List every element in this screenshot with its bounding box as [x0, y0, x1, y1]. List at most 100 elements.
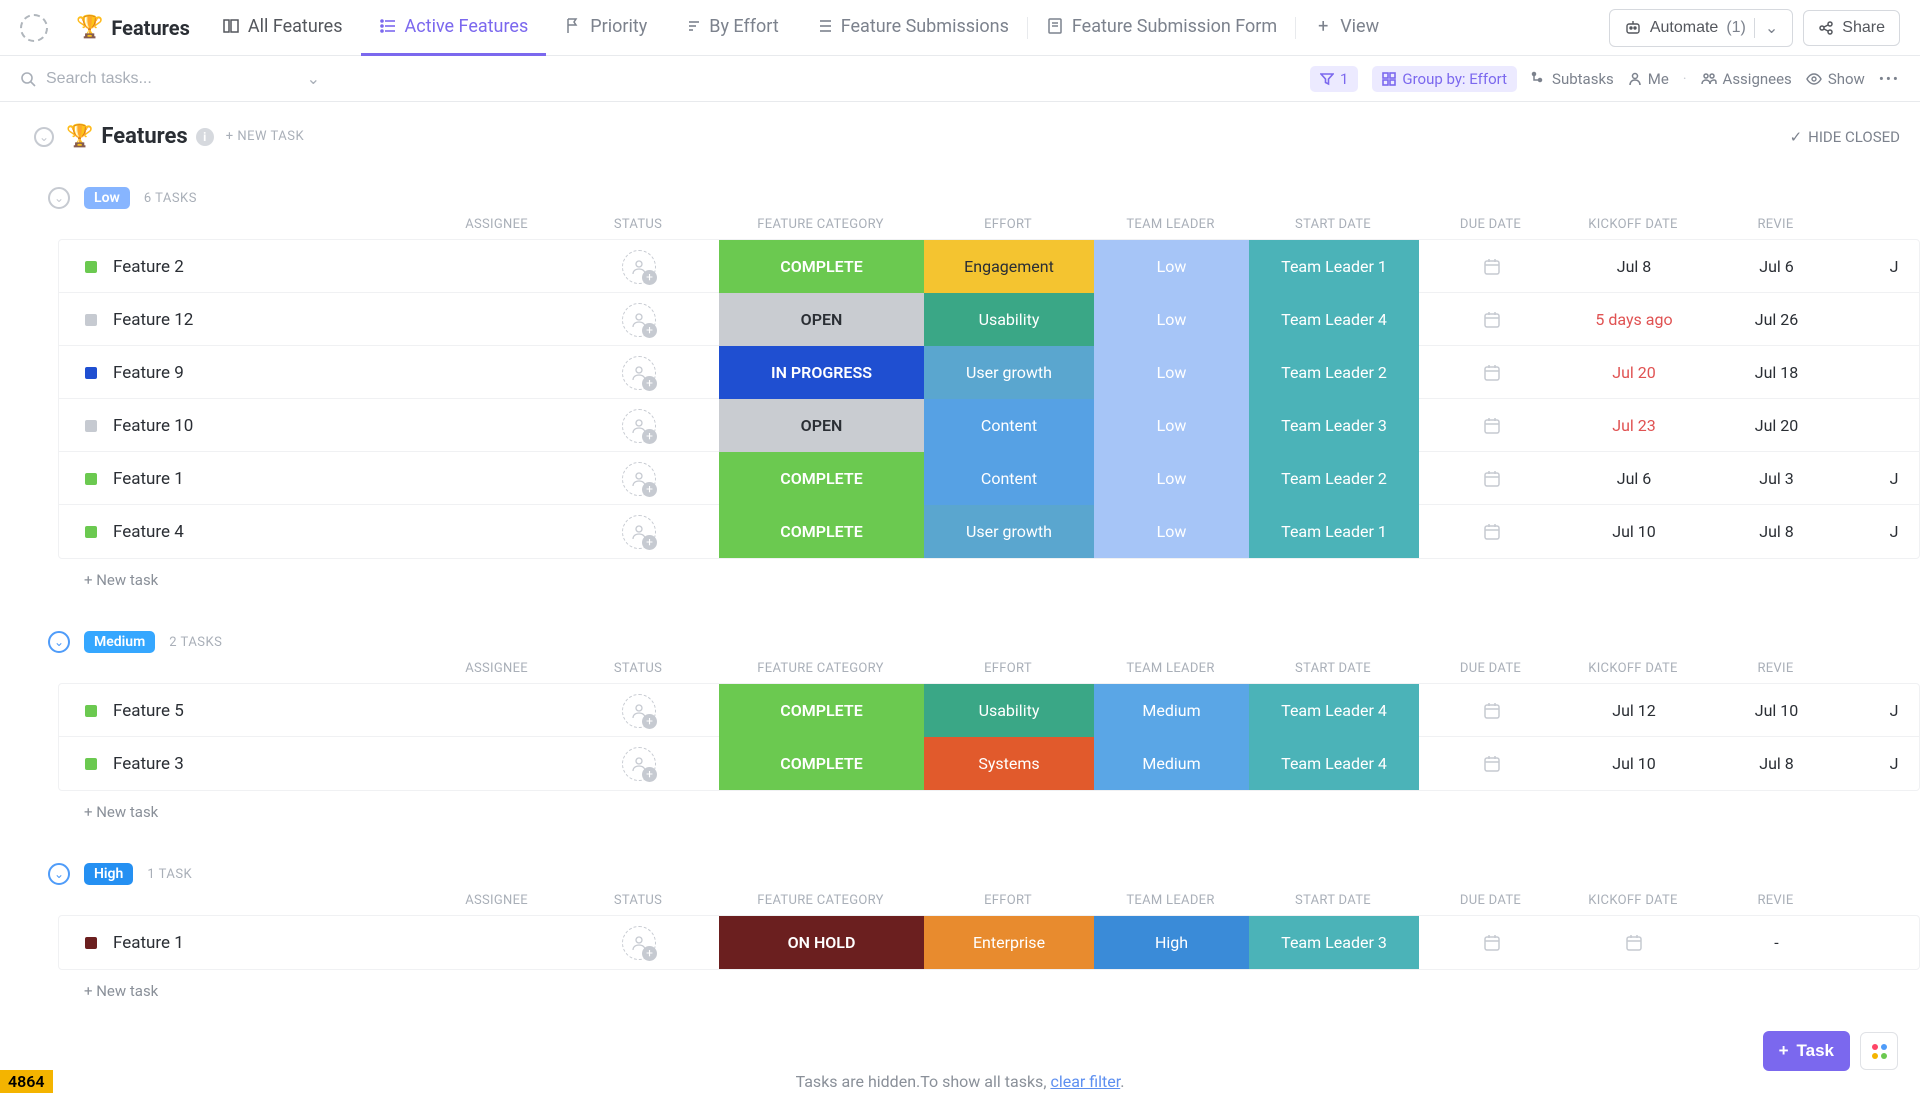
more-menu[interactable]: ••• — [1879, 70, 1900, 88]
kickoff-date[interactable]: Jul 8 — [1704, 522, 1849, 541]
team-leader-cell[interactable]: Team Leader 1 — [1249, 240, 1419, 293]
task-row[interactable]: Feature 5 COMPLETE Usability Medium Team… — [59, 684, 1919, 737]
category-cell[interactable]: Content — [924, 452, 1094, 505]
add-assignee-icon[interactable] — [622, 250, 656, 284]
review-cell[interactable]: J — [1849, 754, 1920, 773]
group-collapse-toggle[interactable]: ⌄ — [48, 863, 70, 885]
group-badge[interactable]: Medium — [84, 631, 155, 653]
kickoff-date[interactable]: Jul 18 — [1704, 363, 1849, 382]
me-filter[interactable]: Me — [1628, 70, 1669, 88]
review-cell[interactable]: J — [1849, 522, 1920, 541]
task-row[interactable]: Feature 12 OPEN Usability Low Team Leade… — [59, 293, 1919, 346]
category-cell[interactable]: User growth — [924, 505, 1094, 558]
category-cell[interactable]: Content — [924, 399, 1094, 452]
assignees-filter[interactable]: Assignees — [1701, 70, 1792, 88]
status-cell[interactable]: OPEN — [719, 399, 924, 452]
status-cell[interactable]: COMPLETE — [719, 505, 924, 558]
kickoff-date[interactable]: Jul 8 — [1704, 754, 1849, 773]
start-date-picker[interactable] — [1419, 754, 1564, 774]
start-date-picker[interactable] — [1419, 257, 1564, 277]
task-row[interactable]: Feature 2 COMPLETE Engagement Low Team L… — [59, 240, 1919, 293]
collapse-toggle[interactable]: ⌄ — [34, 127, 54, 147]
tab-feature-submission-form[interactable]: Feature Submission Form — [1028, 0, 1295, 56]
task-name-cell[interactable]: Feature 10 — [59, 416, 559, 436]
group-badge[interactable]: High — [84, 863, 133, 885]
review-cell[interactable]: J — [1849, 701, 1920, 720]
add-assignee-icon[interactable] — [622, 303, 656, 337]
assignee-cell[interactable] — [559, 250, 719, 284]
search-input[interactable] — [46, 70, 186, 88]
group-collapse-toggle[interactable]: ⌄ — [48, 631, 70, 653]
task-name-cell[interactable]: Feature 9 — [59, 363, 559, 383]
effort-cell[interactable]: Low — [1094, 505, 1249, 558]
add-view[interactable]: + View — [1296, 0, 1397, 56]
kickoff-date[interactable]: Jul 20 — [1704, 416, 1849, 435]
kickoff-date[interactable]: - — [1704, 933, 1849, 952]
add-assignee-icon[interactable] — [622, 462, 656, 496]
category-cell[interactable]: User growth — [924, 346, 1094, 399]
effort-cell[interactable]: Medium — [1094, 737, 1249, 790]
category-cell[interactable]: Systems — [924, 737, 1094, 790]
assignee-cell[interactable] — [559, 515, 719, 549]
team-leader-cell[interactable]: Team Leader 2 — [1249, 346, 1419, 399]
kickoff-date[interactable]: Jul 3 — [1704, 469, 1849, 488]
task-name-cell[interactable]: Feature 4 — [59, 522, 559, 542]
status-cell[interactable]: COMPLETE — [719, 240, 924, 293]
due-date[interactable]: Jul 8 — [1564, 257, 1704, 276]
task-name-cell[interactable]: Feature 5 — [59, 701, 559, 721]
start-date-picker[interactable] — [1419, 522, 1564, 542]
due-date-picker[interactable] — [1564, 933, 1704, 953]
effort-cell[interactable]: Low — [1094, 452, 1249, 505]
category-cell[interactable]: Usability — [924, 293, 1094, 346]
subtasks-toggle[interactable]: Subtasks — [1531, 70, 1614, 88]
due-date[interactable]: Jul 6 — [1564, 469, 1704, 488]
assignee-cell[interactable] — [559, 356, 719, 390]
status-cell[interactable]: COMPLETE — [719, 452, 924, 505]
effort-cell[interactable]: Low — [1094, 399, 1249, 452]
task-name-cell[interactable]: Feature 3 — [59, 754, 559, 774]
due-date[interactable]: Jul 20 — [1564, 363, 1704, 382]
task-row[interactable]: Feature 10 OPEN Content Low Team Leader … — [59, 399, 1919, 452]
tab-active-features[interactable]: Active Features — [361, 0, 547, 56]
start-date-picker[interactable] — [1419, 701, 1564, 721]
team-leader-cell[interactable]: Team Leader 2 — [1249, 452, 1419, 505]
tab-by-effort[interactable]: By Effort — [665, 0, 796, 56]
assignee-cell[interactable] — [559, 409, 719, 443]
review-cell[interactable]: J — [1849, 469, 1920, 488]
show-toggle[interactable]: Show — [1806, 70, 1865, 88]
assignee-cell[interactable] — [559, 926, 719, 960]
kickoff-date[interactable]: Jul 10 — [1704, 701, 1849, 720]
add-assignee-icon[interactable] — [622, 515, 656, 549]
group-badge[interactable]: Low — [84, 187, 130, 209]
due-date[interactable]: Jul 10 — [1564, 522, 1704, 541]
chevron-down-icon[interactable]: ⌄ — [307, 69, 320, 88]
add-assignee-icon[interactable] — [622, 747, 656, 781]
tab-all-features[interactable]: All Features — [204, 0, 361, 56]
kickoff-date[interactable]: Jul 6 — [1704, 257, 1849, 276]
tab-priority[interactable]: Priority — [546, 0, 665, 56]
team-leader-cell[interactable]: Team Leader 4 — [1249, 293, 1419, 346]
status-cell[interactable]: OPEN — [719, 293, 924, 346]
task-row[interactable]: Feature 3 COMPLETE Systems Medium Team L… — [59, 737, 1919, 790]
task-name-cell[interactable]: Feature 1 — [59, 933, 559, 953]
team-leader-cell[interactable]: Team Leader 4 — [1249, 684, 1419, 737]
status-cell[interactable]: COMPLETE — [719, 737, 924, 790]
start-date-picker[interactable] — [1419, 363, 1564, 383]
kickoff-date[interactable]: Jul 26 — [1704, 310, 1849, 329]
group-by-pill[interactable]: Group by: Effort — [1372, 66, 1517, 92]
assignee-cell[interactable] — [559, 303, 719, 337]
task-row[interactable]: Feature 1 ON HOLD Enterprise High Team L… — [59, 916, 1919, 969]
status-cell[interactable]: IN PROGRESS — [719, 346, 924, 399]
start-date-picker[interactable] — [1419, 933, 1564, 953]
due-date[interactable]: Jul 23 — [1564, 416, 1704, 435]
team-leader-cell[interactable]: Team Leader 4 — [1249, 737, 1419, 790]
status-cell[interactable]: COMPLETE — [719, 684, 924, 737]
new-task-row[interactable]: + New task — [48, 970, 1920, 1012]
status-cell[interactable]: ON HOLD — [719, 916, 924, 969]
effort-cell[interactable]: High — [1094, 916, 1249, 969]
category-cell[interactable]: Enterprise — [924, 916, 1094, 969]
tab-feature-submissions[interactable]: Feature Submissions — [797, 0, 1027, 56]
task-row[interactable]: Feature 4 COMPLETE User growth Low Team … — [59, 505, 1919, 558]
start-date-picker[interactable] — [1419, 469, 1564, 489]
new-task-header-button[interactable]: + NEW TASK — [226, 129, 304, 144]
